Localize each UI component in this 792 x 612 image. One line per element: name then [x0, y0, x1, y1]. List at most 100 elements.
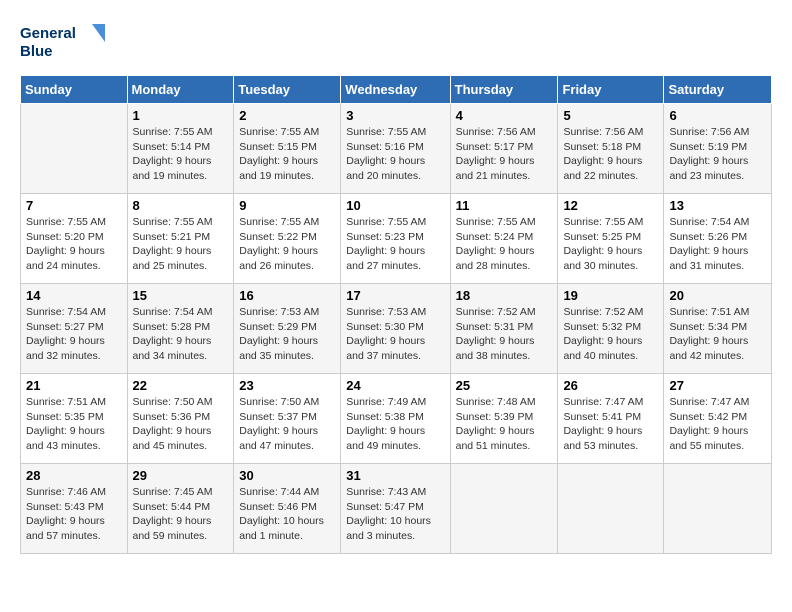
calendar-cell: 5 Sunrise: 7:56 AM Sunset: 5:18 PM Daylig…	[558, 104, 664, 194]
calendar-cell: 23 Sunrise: 7:50 AM Sunset: 5:37 PM Dayli…	[234, 374, 341, 464]
calendar-cell: 31 Sunrise: 7:43 AM Sunset: 5:47 PM Dayli…	[341, 464, 450, 554]
day-number: 23	[239, 378, 335, 393]
calendar-cell: 21 Sunrise: 7:51 AM Sunset: 5:35 PM Dayli…	[21, 374, 128, 464]
day-info: Sunrise: 7:55 AM Sunset: 5:14 PM Dayligh…	[133, 125, 229, 184]
calendar-cell: 3 Sunrise: 7:55 AM Sunset: 5:16 PM Daylig…	[341, 104, 450, 194]
day-number: 26	[563, 378, 658, 393]
day-number: 1	[133, 108, 229, 123]
day-info: Sunrise: 7:53 AM Sunset: 5:30 PM Dayligh…	[346, 305, 444, 364]
day-info: Sunrise: 7:56 AM Sunset: 5:17 PM Dayligh…	[456, 125, 553, 184]
calendar-cell: 25Sunrise: 7:48 AM Sunset: 5:39 PM Dayli…	[450, 374, 558, 464]
day-number: 31	[346, 468, 444, 483]
day-number: 28	[26, 468, 122, 483]
day-info: Sunrise: 7:55 AM Sunset: 5:23 PM Dayligh…	[346, 215, 444, 274]
calendar-cell	[450, 464, 558, 554]
svg-text:Blue: Blue	[20, 43, 53, 60]
calendar-cell: 24Sunrise: 7:49 AM Sunset: 5:38 PM Dayli…	[341, 374, 450, 464]
calendar-week-row: 28 Sunrise: 7:46 AM Sunset: 5:43 PM Dayli…	[21, 464, 772, 554]
day-info: Sunrise: 7:55 AM Sunset: 5:15 PM Dayligh…	[239, 125, 335, 184]
day-info: Sunrise: 7:52 AM Sunset: 5:31 PM Dayligh…	[456, 305, 553, 364]
day-number: 24	[346, 378, 444, 393]
day-info: Sunrise: 7:54 AM Sunset: 5:26 PM Dayligh…	[669, 215, 766, 274]
svg-text:General: General	[20, 25, 76, 42]
day-info: Sunrise: 7:55 AM Sunset: 5:20 PM Dayligh…	[26, 215, 122, 274]
calendar-cell: 4 Sunrise: 7:56 AM Sunset: 5:17 PM Daylig…	[450, 104, 558, 194]
calendar-cell: 18Sunrise: 7:52 AM Sunset: 5:31 PM Dayli…	[450, 284, 558, 374]
calendar-cell: 28 Sunrise: 7:46 AM Sunset: 5:43 PM Dayli…	[21, 464, 128, 554]
calendar-cell	[21, 104, 128, 194]
day-number: 17	[346, 288, 444, 303]
day-info: Sunrise: 7:50 AM Sunset: 5:37 PM Dayligh…	[239, 395, 335, 454]
day-info: Sunrise: 7:45 AM Sunset: 5:44 PM Dayligh…	[133, 485, 229, 544]
day-number: 5	[563, 108, 658, 123]
calendar-cell: 14 Sunrise: 7:54 AM Sunset: 5:27 PM Dayli…	[21, 284, 128, 374]
weekday-header-friday: Friday	[558, 76, 664, 104]
day-info: Sunrise: 7:55 AM Sunset: 5:22 PM Dayligh…	[239, 215, 335, 274]
day-number: 25	[456, 378, 553, 393]
calendar-cell: 11Sunrise: 7:55 AM Sunset: 5:24 PM Dayli…	[450, 194, 558, 284]
logo: General Blue	[20, 20, 110, 65]
calendar-week-row: 1 Sunrise: 7:55 AM Sunset: 5:14 PM Daylig…	[21, 104, 772, 194]
day-info: Sunrise: 7:51 AM Sunset: 5:35 PM Dayligh…	[26, 395, 122, 454]
calendar-cell: 6 Sunrise: 7:56 AM Sunset: 5:19 PM Daylig…	[664, 104, 772, 194]
day-number: 22	[133, 378, 229, 393]
day-number: 6	[669, 108, 766, 123]
weekday-header-monday: Monday	[127, 76, 234, 104]
calendar-cell: 19 Sunrise: 7:52 AM Sunset: 5:32 PM Dayli…	[558, 284, 664, 374]
calendar-cell: 30 Sunrise: 7:44 AM Sunset: 5:46 PM Dayli…	[234, 464, 341, 554]
day-info: Sunrise: 7:56 AM Sunset: 5:18 PM Dayligh…	[563, 125, 658, 184]
day-number: 29	[133, 468, 229, 483]
day-number: 7	[26, 198, 122, 213]
calendar-cell: 1 Sunrise: 7:55 AM Sunset: 5:14 PM Daylig…	[127, 104, 234, 194]
day-number: 3	[346, 108, 444, 123]
calendar-cell: 29 Sunrise: 7:45 AM Sunset: 5:44 PM Dayli…	[127, 464, 234, 554]
day-number: 2	[239, 108, 335, 123]
day-number: 21	[26, 378, 122, 393]
calendar-cell: 9Sunrise: 7:55 AM Sunset: 5:22 PM Daylig…	[234, 194, 341, 284]
day-number: 14	[26, 288, 122, 303]
calendar-cell: 16 Sunrise: 7:53 AM Sunset: 5:29 PM Dayli…	[234, 284, 341, 374]
day-info: Sunrise: 7:55 AM Sunset: 5:16 PM Dayligh…	[346, 125, 444, 184]
day-info: Sunrise: 7:52 AM Sunset: 5:32 PM Dayligh…	[563, 305, 658, 364]
page-header: General Blue	[20, 20, 772, 65]
day-number: 19	[563, 288, 658, 303]
calendar-cell: 20 Sunrise: 7:51 AM Sunset: 5:34 PM Dayli…	[664, 284, 772, 374]
day-info: Sunrise: 7:55 AM Sunset: 5:25 PM Dayligh…	[563, 215, 658, 274]
day-info: Sunrise: 7:54 AM Sunset: 5:27 PM Dayligh…	[26, 305, 122, 364]
calendar-cell: 17 Sunrise: 7:53 AM Sunset: 5:30 PM Dayli…	[341, 284, 450, 374]
weekday-header-wednesday: Wednesday	[341, 76, 450, 104]
calendar-cell	[558, 464, 664, 554]
day-number: 30	[239, 468, 335, 483]
calendar-table: SundayMondayTuesdayWednesdayThursdayFrid…	[20, 75, 772, 554]
day-info: Sunrise: 7:47 AM Sunset: 5:42 PM Dayligh…	[669, 395, 766, 454]
day-number: 10	[346, 198, 444, 213]
day-number: 16	[239, 288, 335, 303]
weekday-header-sunday: Sunday	[21, 76, 128, 104]
day-info: Sunrise: 7:46 AM Sunset: 5:43 PM Dayligh…	[26, 485, 122, 544]
day-info: Sunrise: 7:44 AM Sunset: 5:46 PM Dayligh…	[239, 485, 335, 544]
calendar-cell: 2 Sunrise: 7:55 AM Sunset: 5:15 PM Daylig…	[234, 104, 341, 194]
day-number: 4	[456, 108, 553, 123]
day-info: Sunrise: 7:55 AM Sunset: 5:21 PM Dayligh…	[133, 215, 229, 274]
day-number: 27	[669, 378, 766, 393]
day-number: 12	[563, 198, 658, 213]
calendar-cell	[664, 464, 772, 554]
calendar-week-row: 14 Sunrise: 7:54 AM Sunset: 5:27 PM Dayli…	[21, 284, 772, 374]
calendar-header-row: SundayMondayTuesdayWednesdayThursdayFrid…	[21, 76, 772, 104]
calendar-cell: 8 Sunrise: 7:55 AM Sunset: 5:21 PM Daylig…	[127, 194, 234, 284]
day-info: Sunrise: 7:55 AM Sunset: 5:24 PM Dayligh…	[456, 215, 553, 274]
day-number: 20	[669, 288, 766, 303]
day-info: Sunrise: 7:53 AM Sunset: 5:29 PM Dayligh…	[239, 305, 335, 364]
day-info: Sunrise: 7:43 AM Sunset: 5:47 PM Dayligh…	[346, 485, 444, 544]
day-info: Sunrise: 7:47 AM Sunset: 5:41 PM Dayligh…	[563, 395, 658, 454]
day-number: 15	[133, 288, 229, 303]
calendar-week-row: 21 Sunrise: 7:51 AM Sunset: 5:35 PM Dayli…	[21, 374, 772, 464]
weekday-header-saturday: Saturday	[664, 76, 772, 104]
day-info: Sunrise: 7:56 AM Sunset: 5:19 PM Dayligh…	[669, 125, 766, 184]
calendar-cell: 12 Sunrise: 7:55 AM Sunset: 5:25 PM Dayli…	[558, 194, 664, 284]
day-info: Sunrise: 7:51 AM Sunset: 5:34 PM Dayligh…	[669, 305, 766, 364]
calendar-cell: 26 Sunrise: 7:47 AM Sunset: 5:41 PM Dayli…	[558, 374, 664, 464]
weekday-header-thursday: Thursday	[450, 76, 558, 104]
calendar-cell: 13Sunrise: 7:54 AM Sunset: 5:26 PM Dayli…	[664, 194, 772, 284]
day-number: 8	[133, 198, 229, 213]
